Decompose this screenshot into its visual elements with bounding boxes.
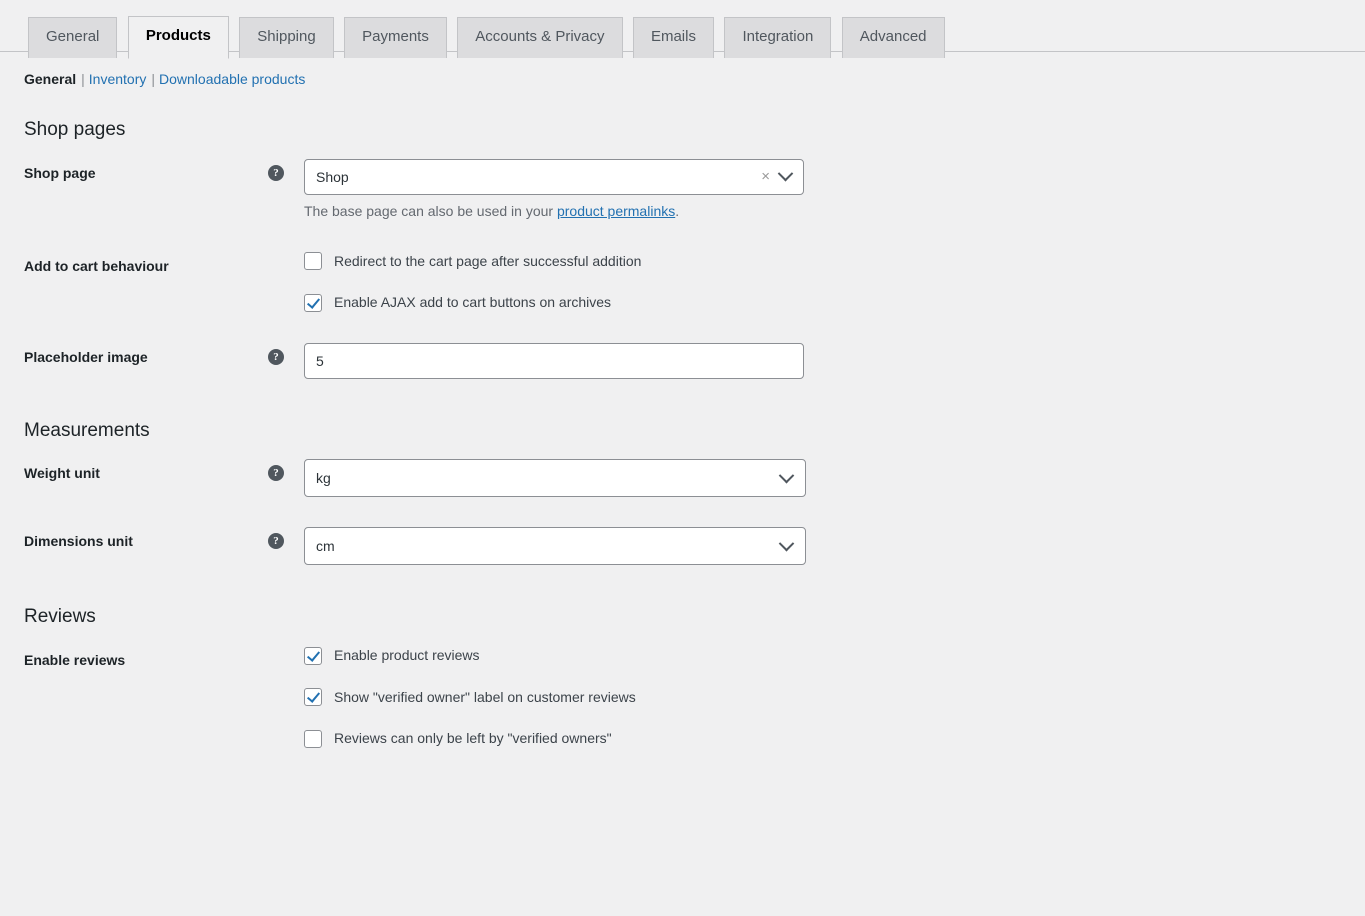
- row-shop-page: Shop page ? Shop × The base page can als…: [24, 144, 1365, 237]
- help-icon[interactable]: ?: [268, 348, 284, 365]
- section-heading-shop-pages: Shop pages: [24, 119, 126, 140]
- checkbox-verified-owners-only[interactable]: [304, 729, 322, 748]
- chevron-down-icon[interactable]: [777, 160, 794, 194]
- shop-page-description: The base page can also be used in your p…: [304, 201, 1355, 222]
- section-heading-reviews: Reviews: [24, 606, 96, 628]
- chevron-down-icon[interactable]: [778, 460, 795, 496]
- field-cell-enable-reviews: Enable product reviews Show "verified ow…: [294, 631, 1365, 764]
- checkbox-row-enable-ajax-add-to-cart[interactable]: Enable AJAX add to cart buttons on archi…: [304, 293, 1355, 313]
- label-cell-placeholder-image: Placeholder image ?: [24, 328, 294, 394]
- checkbox-enable-ajax-add-to-cart[interactable]: [304, 293, 322, 312]
- checkbox-label-show-verified-owner-label: Show "verified owner" label on customer …: [334, 688, 636, 705]
- shop-page-description-text-before: The base page can also be used in your: [304, 202, 557, 219]
- placeholder-image-input[interactable]: [304, 342, 804, 379]
- form-table-shop-pages: Shop page ? Shop × The base page can als…: [24, 144, 1365, 394]
- subnav-separator-2: |: [146, 71, 159, 87]
- checkbox-row-enable-product-reviews[interactable]: Enable product reviews: [304, 646, 1355, 666]
- dimensions-unit-selected-value: cm: [316, 538, 335, 555]
- enable-reviews-label: Enable reviews: [24, 651, 126, 668]
- field-cell-add-to-cart-behaviour: Redirect to the cart page after successf…: [294, 237, 1365, 328]
- weight-unit-select[interactable]: kg: [304, 459, 806, 498]
- settings-content: Shop pages Shop page ? Shop × The base p…: [0, 117, 1365, 764]
- row-placeholder-image: Placeholder image ?: [24, 328, 1365, 394]
- checkbox-label-verified-owners-only: Reviews can only be left by "verified ow…: [334, 730, 612, 747]
- label-cell-weight-unit: Weight unit ?: [24, 444, 294, 512]
- row-dimensions-unit: Dimensions unit ? cm: [24, 512, 1365, 580]
- row-weight-unit: Weight unit ? kg: [24, 444, 1365, 512]
- subnav-separator-glyph: |: [81, 71, 85, 87]
- help-icon[interactable]: ?: [268, 164, 284, 181]
- tab-emails[interactable]: Emails: [632, 17, 714, 58]
- tab-shipping[interactable]: Shipping: [239, 17, 334, 58]
- row-add-to-cart-behaviour: Add to cart behaviour Redirect to the ca…: [24, 237, 1365, 328]
- shop-page-label: Shop page: [24, 164, 96, 181]
- subnav-item-general[interactable]: General: [24, 71, 76, 87]
- checkbox-redirect-to-cart[interactable]: [304, 252, 322, 271]
- tab-general[interactable]: General: [28, 17, 118, 58]
- help-icon[interactable]: ?: [268, 533, 284, 550]
- checkbox-row-redirect-to-cart[interactable]: Redirect to the cart page after successf…: [304, 252, 1355, 272]
- checkbox-show-verified-owner-label[interactable]: [304, 688, 322, 707]
- label-cell-shop-page: Shop page ?: [24, 144, 294, 237]
- product-permalinks-link[interactable]: product permalinks: [557, 203, 675, 219]
- field-cell-dimensions-unit: cm: [294, 512, 1365, 580]
- placeholder-image-label: Placeholder image: [24, 348, 148, 365]
- tab-products[interactable]: Products: [127, 16, 229, 59]
- subnav-item-downloadable-products[interactable]: Downloadable products: [159, 71, 305, 87]
- row-enable-reviews: Enable reviews Enable product reviews Sh…: [24, 631, 1365, 764]
- dimensions-unit-select[interactable]: cm: [304, 527, 806, 566]
- help-icon[interactable]: ?: [268, 465, 284, 482]
- enable-reviews-checkbox-group: Enable product reviews Show "verified ow…: [304, 646, 1355, 749]
- shop-page-selected-value: Shop: [316, 168, 349, 185]
- add-to-cart-checkbox-group: Redirect to the cart page after successf…: [304, 252, 1355, 313]
- checkbox-label-enable-product-reviews: Enable product reviews: [334, 646, 480, 663]
- label-cell-add-to-cart-behaviour: Add to cart behaviour: [24, 237, 294, 328]
- dimensions-unit-label: Dimensions unit: [24, 533, 133, 550]
- subnav-item-inventory[interactable]: Inventory: [89, 71, 147, 87]
- subnav-separator-glyph: |: [151, 71, 156, 87]
- clear-icon[interactable]: ×: [761, 160, 770, 194]
- tab-accounts-privacy[interactable]: Accounts & Privacy: [457, 17, 623, 58]
- checkbox-enable-product-reviews[interactable]: [304, 646, 322, 665]
- form-table-reviews: Enable reviews Enable product reviews Sh…: [24, 631, 1365, 764]
- tab-payments[interactable]: Payments: [344, 17, 447, 58]
- tab-integration[interactable]: Integration: [724, 17, 832, 58]
- shop-page-description-text-after: .: [675, 202, 680, 219]
- field-cell-shop-page: Shop × The base page can also be used in…: [294, 144, 1365, 237]
- weight-unit-label: Weight unit: [24, 465, 100, 482]
- settings-tab-bar: General Products Shipping Payments Accou…: [0, 0, 1365, 59]
- subnav: General | Inventory | Downloadable products: [24, 65, 1365, 93]
- checkbox-label-redirect-to-cart: Redirect to the cart page after successf…: [334, 252, 642, 269]
- tab-advanced[interactable]: Advanced: [841, 17, 945, 58]
- form-table-measurements: Weight unit ? kg Dimensions unit ? cm: [24, 444, 1365, 580]
- checkbox-row-show-verified-owner-label[interactable]: Show "verified owner" label on customer …: [304, 688, 1355, 708]
- checkbox-row-verified-owners-only[interactable]: Reviews can only be left by "verified ow…: [304, 729, 1355, 749]
- field-cell-weight-unit: kg: [294, 444, 1365, 512]
- subnav-link-inventory[interactable]: Inventory: [89, 71, 147, 87]
- shop-page-select[interactable]: Shop ×: [304, 158, 804, 195]
- subnav-link-general[interactable]: General: [24, 71, 76, 87]
- section-heading-measurements: Measurements: [24, 419, 150, 441]
- field-cell-placeholder-image: [294, 328, 1365, 394]
- chevron-down-icon[interactable]: [778, 528, 795, 564]
- subnav-separator-1: |: [76, 71, 89, 87]
- label-cell-enable-reviews: Enable reviews: [24, 631, 294, 764]
- checkbox-label-enable-ajax-add-to-cart: Enable AJAX add to cart buttons on archi…: [334, 294, 612, 311]
- subnav-link-downloadable-products[interactable]: Downloadable products: [159, 71, 305, 87]
- weight-unit-selected-value: kg: [316, 470, 331, 487]
- label-cell-dimensions-unit: Dimensions unit ?: [24, 512, 294, 580]
- add-to-cart-behaviour-label: Add to cart behaviour: [24, 257, 169, 274]
